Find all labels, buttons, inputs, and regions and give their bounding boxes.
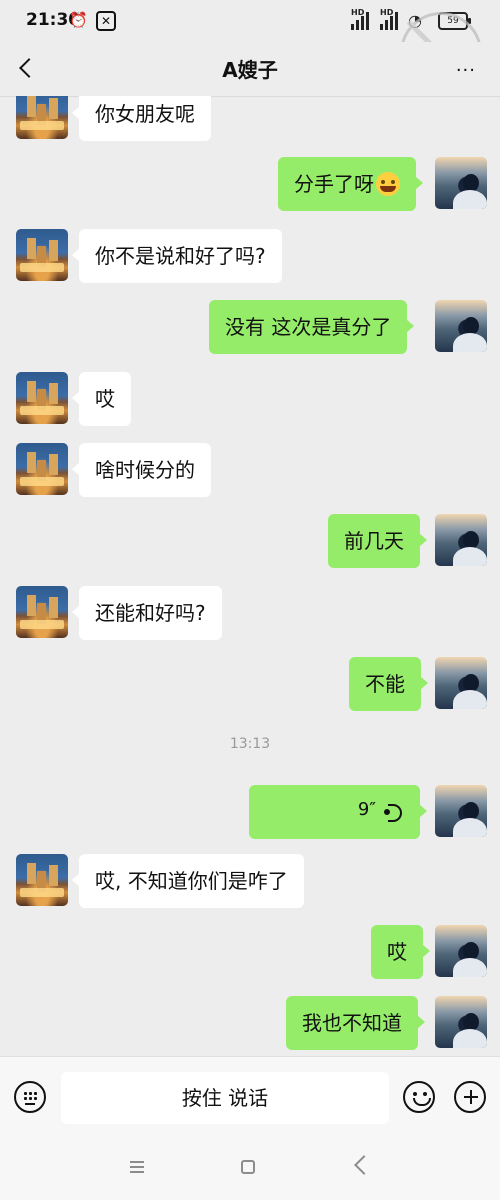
home-icon[interactable] (241, 1160, 255, 1174)
emoji-icon[interactable] (403, 1081, 435, 1113)
message-bubble[interactable]: 啥时候分的 (72, 443, 211, 497)
message-bubble[interactable]: 我也不知道 (286, 996, 425, 1050)
status-bar: 21:30 ⏰ ✕ HD HD ◔ 59 (0, 0, 500, 94)
voice-duration: 9″ (357, 799, 376, 820)
menu-icon[interactable] (130, 1161, 144, 1173)
message-bubble[interactable]: 前几天 (328, 514, 427, 568)
contact-avatar[interactable] (16, 372, 68, 424)
more-icon[interactable]: ··· (456, 60, 476, 81)
message-composer: 按住 说话 (0, 1056, 500, 1139)
user-avatar[interactable] (435, 996, 487, 1048)
message-timestamp: 13:13 (229, 736, 271, 752)
alarm-icon: ⏰ (69, 11, 88, 29)
chat-title: A嫂子 (222, 58, 278, 82)
message-bubble[interactable]: 哎 (371, 925, 430, 979)
message-bubble[interactable]: 还能和好吗? (72, 586, 222, 640)
keyboard-icon[interactable] (14, 1081, 46, 1113)
laughing-face-icon (376, 172, 400, 196)
user-avatar[interactable] (435, 925, 487, 977)
user-avatar[interactable] (435, 157, 487, 209)
user-avatar[interactable] (435, 785, 487, 837)
message-bubble[interactable]: 哎, 不知道你们是咋了 (72, 854, 304, 908)
user-avatar[interactable] (435, 657, 487, 709)
message-bubble[interactable]: 你女朋友呢 (72, 96, 211, 141)
contact-avatar[interactable] (16, 586, 68, 638)
message-bubble[interactable]: 你不是说和好了吗? (72, 229, 282, 283)
hold-to-talk-button[interactable]: 按住 说话 (61, 1072, 389, 1124)
voice-icon (382, 802, 402, 822)
chat-header: A嫂子 ··· (0, 42, 500, 97)
message-list[interactable]: 你女朋友呢 分手了呀 你不是说和好了吗? 没有 这次是真分了 哎 啥时候分的 前… (0, 96, 500, 1056)
contact-avatar[interactable] (16, 443, 68, 495)
message-bubble[interactable]: 哎 (72, 372, 131, 426)
user-avatar[interactable] (435, 300, 487, 352)
message-text: 分手了呀 (294, 172, 374, 196)
notification-icon: ✕ (96, 11, 116, 31)
user-avatar[interactable] (435, 514, 487, 566)
system-navigation-bar (0, 1138, 500, 1200)
message-bubble[interactable]: 没有 这次是真分了 (209, 300, 415, 354)
message-bubble[interactable]: 分手了呀 (278, 157, 423, 211)
contact-avatar[interactable] (16, 96, 68, 139)
voice-message-bubble[interactable]: 9″ (249, 785, 427, 839)
message-bubble[interactable]: 不能 (349, 657, 428, 711)
contact-avatar[interactable] (16, 229, 68, 281)
plus-icon[interactable] (454, 1081, 486, 1113)
back-nav-icon[interactable] (354, 1155, 374, 1175)
contact-avatar[interactable] (16, 854, 68, 906)
